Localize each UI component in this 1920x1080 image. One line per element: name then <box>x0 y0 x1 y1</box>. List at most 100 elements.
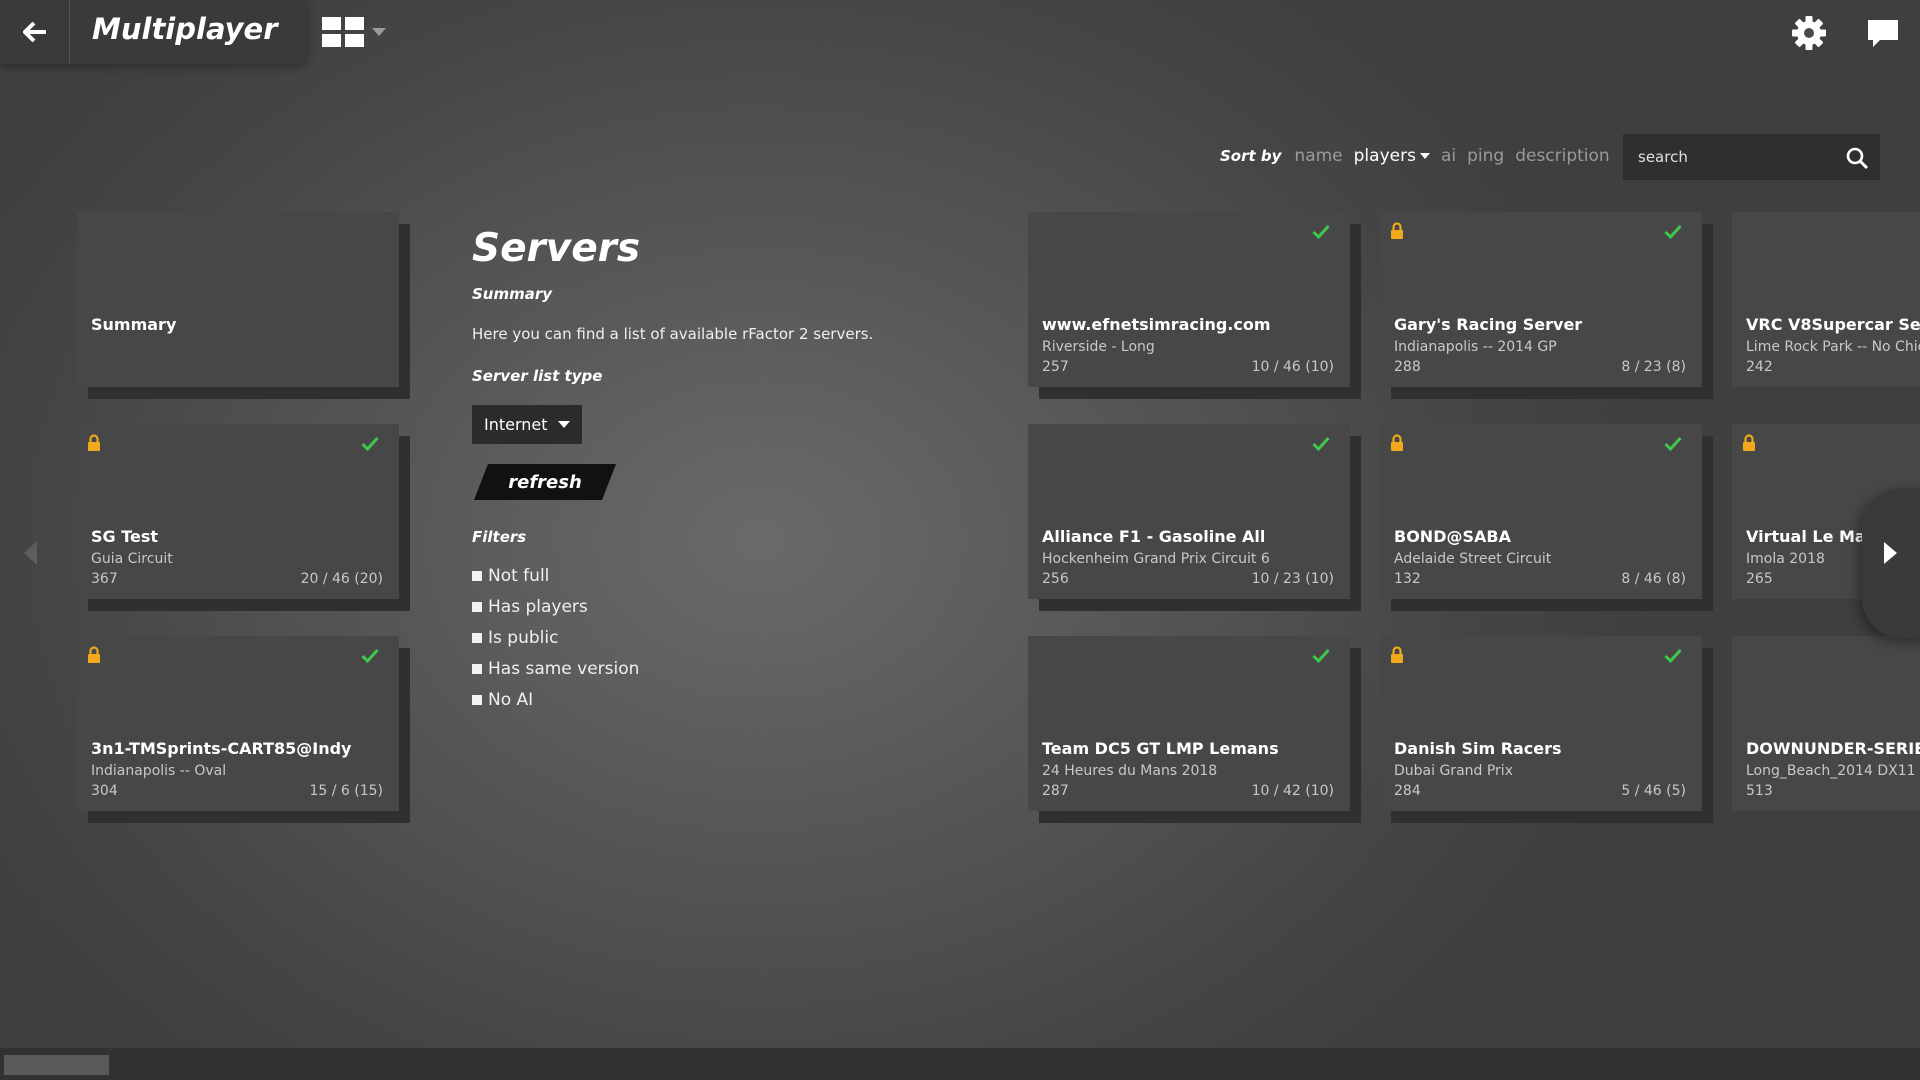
search-box <box>1623 134 1880 180</box>
server-track: 24 Heures du Mans 2018 <box>1042 763 1218 779</box>
lock-icon <box>1743 434 1755 451</box>
sort-option-players-label: players <box>1353 146 1416 166</box>
back-arrow-icon <box>22 21 46 43</box>
sort-option-name[interactable]: name <box>1294 146 1342 166</box>
refresh-button[interactable]: refresh <box>474 464 616 500</box>
filter-is-public[interactable]: Is public <box>472 627 558 649</box>
scrollbar-thumb[interactable] <box>4 1055 109 1075</box>
server-track: Hockenheim Grand Prix Circuit 6 <box>1042 551 1270 567</box>
server-track: Indianapolis -- Oval <box>91 763 227 779</box>
sort-label: Sort by <box>1220 147 1282 165</box>
server-player-count: 10 / 42 (10) <box>1251 783 1334 799</box>
server-name: www.efnetsimracing.com <box>1042 315 1271 334</box>
server-track: Indianapolis -- 2014 GP <box>1394 339 1557 355</box>
server-ping: 287 <box>1042 783 1069 799</box>
sort-option-players[interactable]: players <box>1354 146 1430 166</box>
servers-description: Here you can find a list of available rF… <box>472 325 874 343</box>
grid-view-icon <box>322 17 364 47</box>
bottom-bar <box>0 1048 1920 1080</box>
view-mode-button[interactable] <box>322 14 386 50</box>
lock-icon <box>1391 434 1403 451</box>
lock-icon <box>88 434 100 451</box>
server-track: Guia Circuit <box>91 551 173 567</box>
filter-checkbox[interactable] <box>472 633 482 643</box>
sort-option-ping[interactable]: ping <box>1467 146 1504 166</box>
server-tile[interactable]: Danish Sim Racers Dubai Grand Prix 284 5… <box>1380 636 1702 811</box>
filter-checkbox[interactable] <box>472 602 482 612</box>
lock-icon <box>88 646 100 663</box>
lock-icon <box>1391 222 1403 239</box>
server-tile[interactable]: DOWNUNDER-SERIES V Long_Beach_2014 DX11 … <box>1732 636 1920 811</box>
server-tile[interactable]: SG Test Guia Circuit 367 20 / 46 (20) <box>77 424 399 599</box>
server-ping: 265 <box>1746 571 1773 587</box>
check-icon <box>1664 436 1682 451</box>
chat-button[interactable] <box>1866 18 1900 50</box>
sort-direction-icon <box>1419 153 1430 159</box>
server-track: Dubai Grand Prix <box>1394 763 1513 779</box>
server-player-count: 8 / 46 (8) <box>1621 571 1686 587</box>
filter-label: Not full <box>488 566 550 586</box>
server-name: Gary's Racing Server <box>1394 315 1583 334</box>
server-player-count: 20 / 46 (20) <box>300 571 383 587</box>
lock-icon <box>1391 646 1403 663</box>
filter-label: Is public <box>488 628 559 648</box>
check-icon <box>1664 224 1682 239</box>
servers-heading: Servers <box>472 226 641 271</box>
chevron-down-icon <box>372 28 386 36</box>
server-name: SG Test <box>91 527 159 546</box>
server-ping: 242 <box>1746 359 1773 375</box>
server-track: Riverside - Long <box>1042 339 1155 355</box>
filter-checkbox[interactable] <box>472 571 482 581</box>
sort-bar: Sort by name players ai ping description <box>1220 146 1610 170</box>
server-tile[interactable]: 3n1-TMSprints-CART85@Indy Indianapolis -… <box>77 636 399 811</box>
previous-page-arrow-icon[interactable] <box>24 541 37 565</box>
filter-no-ai[interactable]: No AI <box>472 689 533 711</box>
server-tile[interactable]: www.efnetsimracing.com Riverside - Long … <box>1028 212 1350 387</box>
server-tile[interactable]: Alliance F1 - Gasoline All Hockenheim Gr… <box>1028 424 1350 599</box>
server-name: Danish Sim Racers <box>1394 739 1562 758</box>
server-ping: 513 <box>1746 783 1773 799</box>
sort-option-description[interactable]: description <box>1515 146 1610 166</box>
summary-tile-label: Summary <box>91 315 177 334</box>
server-ping: 256 <box>1042 571 1069 587</box>
server-list-type-select[interactable]: Internet <box>472 405 582 444</box>
server-track: Long_Beach_2014 DX11 <box>1746 763 1916 779</box>
check-icon <box>1312 436 1330 451</box>
server-tile[interactable]: VRC V8Supercar Series Lime Rock Park -- … <box>1732 212 1920 387</box>
server-track: Lime Rock Park -- No Chica <box>1746 339 1920 355</box>
server-player-count: 10 / 46 (10) <box>1251 359 1334 375</box>
server-name: Alliance F1 - Gasoline All <box>1042 527 1266 546</box>
check-icon <box>1312 648 1330 663</box>
server-name: VRC V8Supercar Series <box>1746 315 1920 334</box>
filter-checkbox[interactable] <box>472 664 482 674</box>
server-tile[interactable]: Team DC5 GT LMP Lemans 24 Heures du Mans… <box>1028 636 1350 811</box>
server-tile[interactable]: BOND@SABA Adelaide Street Circuit 132 8 … <box>1380 424 1702 599</box>
server-ping: 284 <box>1394 783 1421 799</box>
check-icon <box>1664 648 1682 663</box>
settings-button[interactable] <box>1791 15 1827 51</box>
filters-label: Filters <box>472 528 527 546</box>
server-tile[interactable]: Gary's Racing Server Indianapolis -- 201… <box>1380 212 1702 387</box>
filter-checkbox[interactable] <box>472 695 482 705</box>
refresh-button-label: refresh <box>508 471 582 493</box>
search-icon[interactable] <box>1845 146 1869 170</box>
back-button[interactable] <box>0 0 70 64</box>
server-name: 3n1-TMSprints-CART85@Indy <box>91 739 352 758</box>
server-ping: 367 <box>91 571 118 587</box>
server-ping: 257 <box>1042 359 1069 375</box>
server-name: Team DC5 GT LMP Lemans <box>1042 739 1279 758</box>
sort-option-ai[interactable]: ai <box>1441 146 1456 166</box>
filter-not-full[interactable]: Not full <box>472 565 549 587</box>
check-icon <box>361 648 379 663</box>
server-player-count: 5 / 46 (5) <box>1621 783 1686 799</box>
search-input[interactable] <box>1623 134 1848 180</box>
server-track: Adelaide Street Circuit <box>1394 551 1552 567</box>
page-title: Multiplayer <box>92 12 278 46</box>
next-page-button[interactable] <box>1862 488 1920 638</box>
filter-has-players[interactable]: Has players <box>472 596 588 618</box>
server-list-type-label: Server list type <box>472 367 603 385</box>
filter-has-same-version[interactable]: Has same version <box>472 658 639 680</box>
server-ping: 288 <box>1394 359 1421 375</box>
summary-label: Summary <box>472 285 553 303</box>
summary-tile[interactable]: Summary <box>77 212 399 387</box>
